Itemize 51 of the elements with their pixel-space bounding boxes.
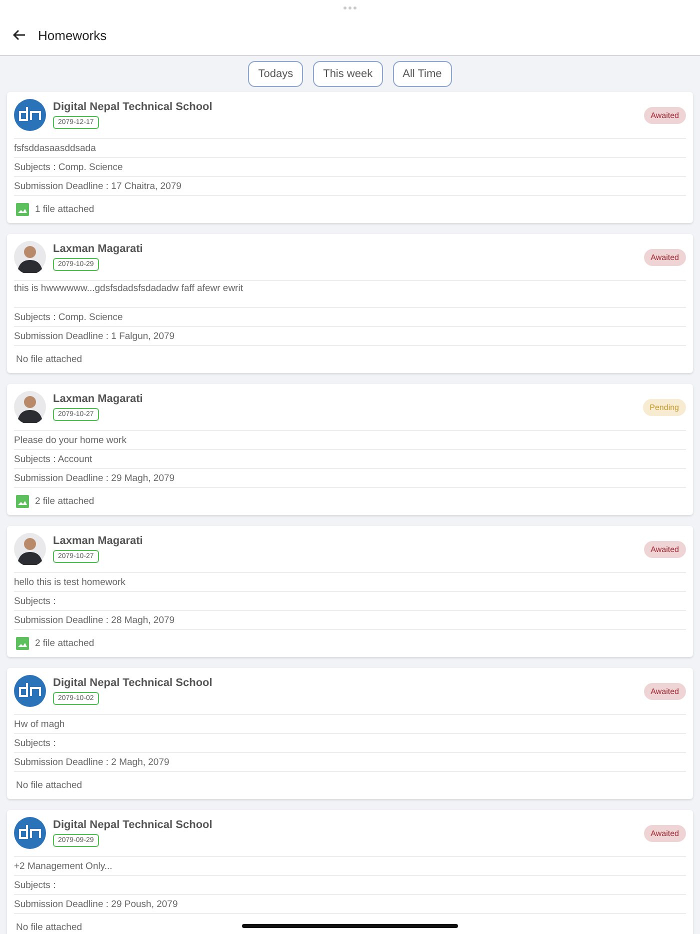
school-logo-icon: [14, 99, 46, 131]
school-logo-icon: [14, 675, 46, 707]
author-name: Digital Nepal Technical School: [53, 819, 212, 831]
deadline-text: Submission Deadline : 2 Magh, 2079: [14, 756, 170, 768]
back-arrow-icon[interactable]: [12, 29, 26, 41]
homework-description: Hw of magh: [14, 718, 65, 732]
deadline-text: Submission Deadline : 29 Poush, 2079: [14, 898, 178, 910]
attachment-text: No file attached: [16, 922, 82, 933]
subjects-text: Subjects : Account: [14, 454, 92, 464]
avatar-icon: [14, 241, 46, 273]
status-badge: Awaited: [644, 824, 686, 842]
multitasking-dots-icon[interactable]: [343, 6, 357, 10]
deadline-text: Submission Deadline : 1 Falgun, 2079: [14, 330, 175, 342]
attachment-text: No file attached: [16, 354, 82, 365]
filter-tab[interactable]: This week: [313, 61, 383, 87]
author-name: Digital Nepal Technical School: [53, 101, 212, 113]
author-name: Digital Nepal Technical School: [53, 677, 212, 689]
school-logo-icon: [14, 817, 46, 849]
avatar-icon: [14, 391, 46, 423]
deadline-text: Submission Deadline : 17 Chaitra, 2079: [14, 180, 182, 192]
homework-description: hello this is test homework: [14, 576, 126, 590]
filter-tab[interactable]: Todays: [248, 61, 304, 87]
avatar-icon: [14, 533, 46, 565]
status-badge: Pending: [642, 398, 686, 416]
homework-description: this is hwwwwww...gdsfsdadsfsdadadw faff afewr ewrit: [14, 282, 243, 296]
homework-description: fsfsddasaasddsada: [14, 142, 96, 156]
homework-description: Please do your home work: [14, 434, 126, 448]
attachment-text[interactable]: 2 file attached: [35, 638, 94, 649]
status-badge: Awaited: [644, 540, 686, 558]
author-name: Laxman Magarati: [53, 535, 143, 547]
subjects-text: Subjects :: [14, 880, 56, 890]
image-icon: [16, 495, 29, 508]
subjects-text: Subjects :: [14, 596, 56, 606]
filter-tab[interactable]: All Time: [392, 61, 452, 87]
attachment-text[interactable]: 1 file attached: [35, 204, 94, 215]
subjects-text: Subjects : Comp. Science: [14, 162, 123, 172]
status-badge: Awaited: [644, 248, 686, 266]
attachment-text: No file attached: [16, 780, 82, 791]
subjects-text: Subjects : Comp. Science: [14, 312, 123, 322]
status-badge: Awaited: [644, 106, 686, 124]
homework-description: +2 Management Only...: [14, 860, 112, 874]
author-name: Laxman Magarati: [53, 243, 143, 255]
image-icon: [16, 203, 29, 216]
image-icon: [16, 637, 29, 650]
status-badge: Awaited: [644, 682, 686, 700]
deadline-text: Submission Deadline : 29 Magh, 2079: [14, 472, 175, 484]
deadline-text: Submission Deadline : 28 Magh, 2079: [14, 614, 175, 626]
author-name: Laxman Magarati: [53, 393, 143, 405]
subjects-text: Subjects :: [14, 738, 56, 748]
page-title: Homeworks: [38, 28, 107, 42]
attachment-text[interactable]: 2 file attached: [35, 496, 94, 507]
